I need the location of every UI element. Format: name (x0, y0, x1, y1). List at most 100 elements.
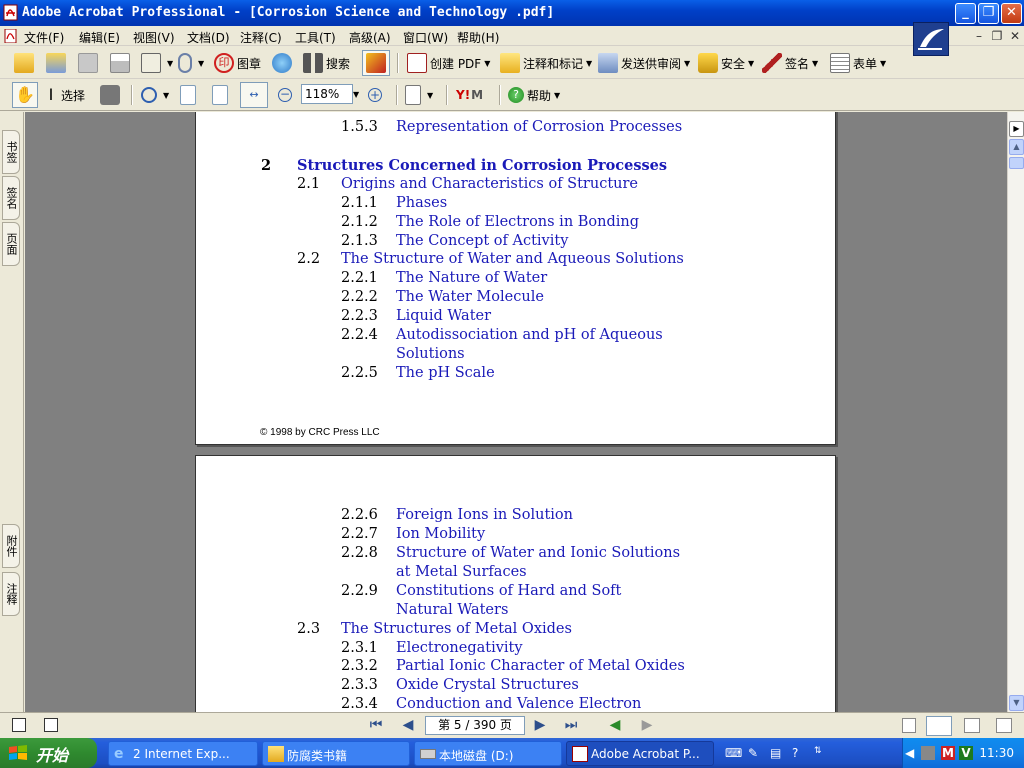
toc-chapter-link[interactable]: Structures Concerned in Corrosion Proces… (297, 157, 667, 174)
expand-panel-arrow-icon[interactable]: ▶ (1009, 121, 1024, 137)
toc-entry-link[interactable]: The Concept of Activity (396, 233, 568, 249)
zoom-input[interactable]: 118% (301, 84, 353, 104)
tab-bookmarks[interactable]: 书签 (2, 130, 20, 174)
toc-entry-link[interactable]: Autodissociation and pH of Aqueous (396, 327, 663, 343)
task-button[interactable] (362, 50, 390, 76)
email-pages-button[interactable]: ▼ (141, 52, 173, 74)
taskbar-item-acrobat[interactable]: Adobe Acrobat P... (566, 741, 714, 766)
document-icon[interactable] (4, 29, 18, 43)
toc-entry-link[interactable]: Origins and Characteristics of Structure (341, 176, 638, 192)
rotate-view-button[interactable]: ▼ (405, 84, 433, 106)
previous-page-button[interactable]: ◀ (399, 717, 417, 735)
menu-help[interactable]: 帮助(H) (457, 29, 499, 46)
attach-button[interactable]: ▼ (178, 52, 204, 74)
tab-pages[interactable]: 页面 (2, 222, 20, 266)
volume-control-icon[interactable]: V (959, 746, 973, 760)
first-page-button[interactable]: ⏮ (367, 717, 385, 735)
antivirus-icon[interactable]: M (941, 746, 955, 760)
taskbar-item-drive[interactable]: 本地磁盘 (D:) (414, 741, 562, 766)
toc-entry-link[interactable]: Constitutions of Hard and Soft (396, 583, 621, 599)
toc-entry-link[interactable]: Structure of Water and Ionic Solutions (396, 545, 680, 561)
menu-file[interactable]: 文件(F) (24, 29, 64, 46)
hand-tool-button[interactable]: ✋ (12, 82, 38, 108)
network-icon[interactable] (921, 746, 935, 760)
toc-entry-link[interactable]: Representation of Corrosion Processes (396, 119, 682, 135)
fit-page-button[interactable] (212, 84, 231, 106)
doc-close-button[interactable]: ✕ (1008, 29, 1022, 43)
keyboard-icon[interactable]: ⌨ (725, 746, 742, 760)
scroll-thumb[interactable] (1009, 157, 1024, 169)
toc-entry-link[interactable]: The Role of Electrons in Bonding (396, 214, 639, 230)
scroll-down-button[interactable]: ▼ (1009, 695, 1024, 711)
vertical-scrollbar[interactable]: ▶ ▲ ▼ (1007, 112, 1024, 712)
taskbar-item-ie[interactable]: e 2 Internet Exp... (108, 741, 258, 766)
toc-entry-link-continued[interactable]: at Metal Surfaces (396, 564, 527, 580)
toc-entry-link[interactable]: The Structures of Metal Oxides (341, 621, 572, 637)
last-page-button[interactable]: ⏭ (562, 717, 580, 735)
toc-entry-link[interactable]: The pH Scale (396, 365, 495, 381)
menu-tools[interactable]: 工具(T) (295, 29, 336, 46)
snapshot-button[interactable] (100, 84, 123, 106)
next-view-icon[interactable]: ▶ (638, 717, 656, 735)
search-button[interactable]: 搜索 (303, 52, 350, 74)
toc-entry-link[interactable]: Conduction and Valence Electron (396, 696, 641, 712)
tab-attachments[interactable]: 附件 (2, 524, 20, 568)
toc-entry-link[interactable]: The Structure of Water and Aqueous Solut… (341, 251, 684, 267)
create-pdf-button[interactable]: 创建 PDF ▼ (407, 52, 490, 74)
language-bar-icon[interactable]: ⇅ (814, 746, 828, 760)
forms-button[interactable]: 表单 ▼ (830, 52, 886, 74)
toc-entry-link[interactable]: Foreign Ions in Solution (396, 507, 573, 523)
send-review-button[interactable]: 发送供审阅 ▼ (598, 52, 690, 74)
open-button[interactable] (14, 52, 37, 74)
facing-view-icon[interactable] (964, 718, 980, 733)
single-page-view-icon[interactable] (902, 718, 916, 733)
previous-view-icon[interactable]: ◀ (606, 717, 624, 735)
zoom-in-tool-button[interactable]: ▼ (141, 84, 169, 106)
comment-markup-button[interactable]: 注释和标记 ▼ (500, 52, 592, 74)
doc-minimize-button[interactable]: – (972, 29, 986, 43)
toc-entry-link[interactable]: Ion Mobility (396, 526, 485, 542)
sign-button[interactable]: 签名 ▼ (762, 52, 818, 74)
security-button[interactable]: 安全 ▼ (698, 52, 754, 74)
zoom-dropdown-arrow[interactable]: ▼ (353, 90, 359, 99)
menu-view[interactable]: 视图(V) (133, 29, 175, 46)
toc-entry-link[interactable]: The Nature of Water (396, 270, 547, 286)
tray-collapse-icon[interactable]: ◀ (905, 746, 919, 760)
organizer-button[interactable] (46, 52, 69, 74)
print-button[interactable] (110, 52, 133, 74)
toc-entry-link[interactable]: Liquid Water (396, 308, 491, 324)
actual-size-button[interactable] (180, 84, 199, 106)
menu-comments[interactable]: 注释(C) (240, 29, 282, 46)
restore-button[interactable]: ❐ (978, 3, 999, 24)
toc-entry-link-continued[interactable]: Natural Waters (396, 602, 508, 618)
continuous-view-icon[interactable] (926, 716, 952, 736)
toc-entry-link[interactable]: Electronegativity (396, 640, 523, 656)
stamp-button[interactable]: 印 图章 (214, 52, 261, 74)
close-button[interactable]: ✕ (1001, 3, 1022, 24)
tool-icon[interactable]: ✎ (748, 746, 762, 760)
document-properties-icon[interactable] (44, 718, 58, 732)
tab-comments[interactable]: 注释 (2, 572, 20, 616)
toc-entry-link[interactable]: The Water Molecule (396, 289, 544, 305)
zoom-out-button[interactable]: − (278, 84, 295, 106)
toc-entry-link[interactable]: Oxide Crystal Structures (396, 677, 579, 693)
yahoo-button[interactable]: Y! M (456, 84, 483, 106)
taskbar-item-folder[interactable]: 防腐类书籍 (262, 741, 410, 766)
editor-icon[interactable]: ▤ (770, 746, 784, 760)
menu-advanced[interactable]: 高级(A) (349, 29, 391, 46)
select-tool-button[interactable]: I 选择 (44, 84, 85, 106)
menu-document[interactable]: 文档(D) (187, 29, 230, 46)
menu-edit[interactable]: 编辑(E) (79, 29, 120, 46)
tab-signatures[interactable]: 签名 (2, 176, 20, 220)
toc-entry-link[interactable]: Phases (396, 195, 447, 211)
toc-entry-link[interactable]: Partial Ionic Character of Metal Oxides (396, 658, 685, 674)
email-button[interactable] (272, 52, 295, 74)
toc-entry-link-continued[interactable]: Solutions (396, 346, 465, 362)
start-button[interactable]: 开始 (0, 738, 97, 768)
zoom-in-button[interactable]: + (368, 84, 385, 106)
continuous-facing-view-icon[interactable] (996, 718, 1012, 733)
document-viewport[interactable]: 1.5.3 Representation of Corrosion Proces… (25, 112, 1007, 712)
save-button[interactable] (78, 52, 101, 74)
scroll-up-button[interactable]: ▲ (1009, 139, 1024, 155)
help-tray-icon[interactable]: ? (792, 746, 806, 760)
